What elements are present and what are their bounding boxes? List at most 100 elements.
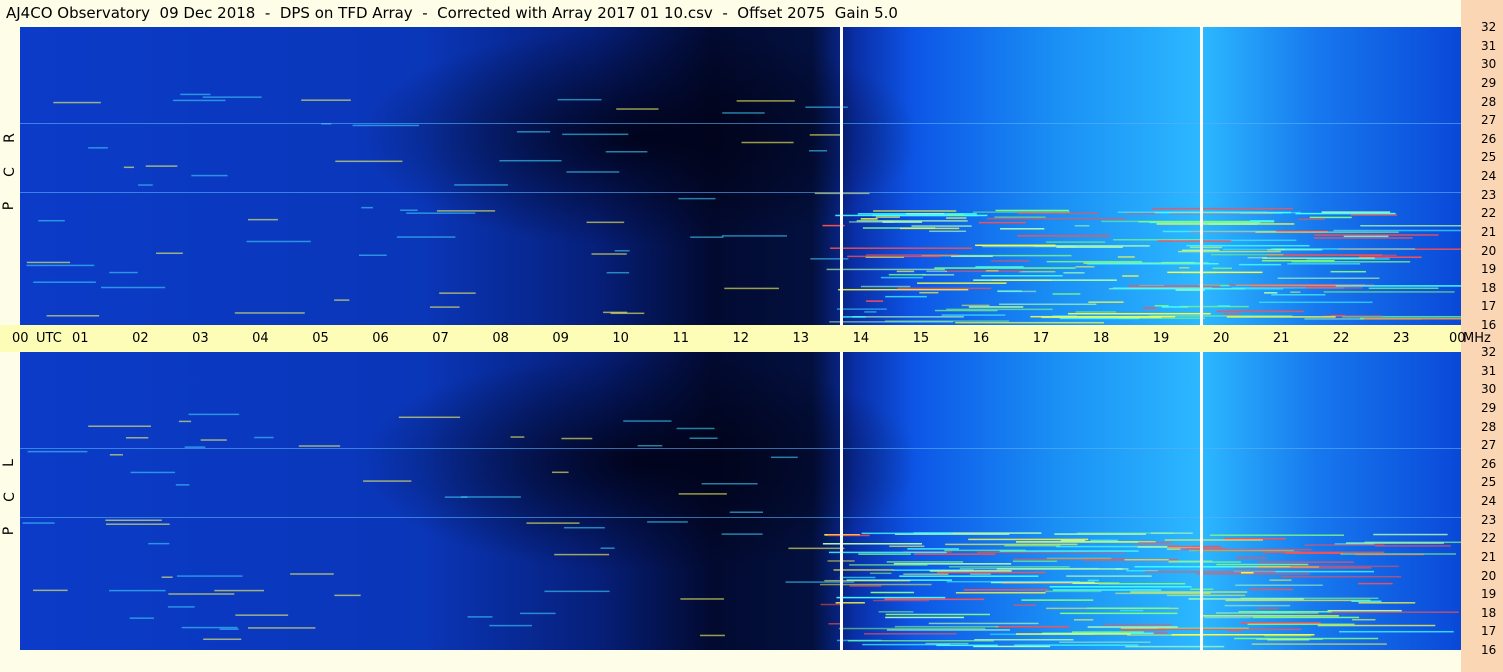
interference-line <box>946 213 964 216</box>
interference-line <box>526 522 580 524</box>
interference-line <box>1154 211 1292 214</box>
interference-line <box>1305 287 1363 289</box>
interference-line <box>246 240 311 243</box>
interference-line <box>145 165 178 167</box>
interference-line <box>436 210 496 212</box>
interference-line <box>400 209 418 212</box>
interference-line <box>820 603 843 606</box>
interference-line <box>1012 560 1058 563</box>
interference-line <box>827 534 870 537</box>
interference-line <box>1258 301 1373 304</box>
interference-line <box>886 629 1011 631</box>
interference-line <box>1168 561 1241 563</box>
interference-line <box>1167 271 1263 274</box>
interference-line <box>247 627 316 629</box>
interference-line <box>741 141 794 144</box>
horizontal-artifact <box>20 192 1461 193</box>
interference-line <box>214 589 265 592</box>
interference-line <box>1345 542 1444 544</box>
interference-line <box>866 254 959 256</box>
interference-line <box>1045 590 1102 593</box>
interference-line <box>1157 628 1302 631</box>
interference-line <box>234 312 305 314</box>
interference-line <box>922 274 955 276</box>
interference-line <box>1216 563 1309 566</box>
interference-line <box>248 218 278 221</box>
utc-tick-label: 09 <box>552 331 569 346</box>
interference-line <box>1330 270 1366 273</box>
interference-line <box>1235 584 1323 586</box>
frequency-tick-label: 28 <box>1481 94 1497 109</box>
interference-line <box>557 98 602 101</box>
interference-line <box>1120 629 1166 631</box>
interference-line <box>690 236 724 238</box>
interference-line <box>605 151 648 153</box>
interference-line <box>820 583 932 586</box>
chart-title: AJ4CO Observatory 09 Dec 2018 - DPS on T… <box>6 4 898 22</box>
frequency-tick-label: 31 <box>1481 38 1497 53</box>
interference-line <box>944 549 1026 552</box>
interference-line <box>301 99 351 101</box>
data-gap-marker <box>840 352 843 650</box>
interference-line <box>1247 256 1267 259</box>
interference-line <box>864 311 877 313</box>
interference-line <box>1014 644 1139 646</box>
interference-line <box>1239 263 1282 266</box>
interference-line <box>647 521 688 523</box>
interference-line <box>951 255 993 258</box>
interference-line <box>1287 263 1361 265</box>
interference-line <box>822 543 923 545</box>
interference-line <box>520 612 556 615</box>
interference-line <box>1252 616 1360 619</box>
interference-line <box>991 279 1052 281</box>
interference-line <box>168 593 235 595</box>
interference-line <box>994 216 1046 218</box>
interference-line <box>699 634 725 637</box>
interference-line <box>1052 293 1081 295</box>
frequency-tick-label: 19 <box>1481 587 1497 602</box>
interference-line <box>836 308 887 310</box>
interference-line <box>861 532 953 535</box>
polarization-letter: P <box>1 526 18 536</box>
interference-line <box>830 247 973 249</box>
interference-line <box>808 150 828 152</box>
frequency-tick-label: 24 <box>1481 494 1497 508</box>
spectrogram-canvas <box>20 27 1461 325</box>
interference-line <box>1059 641 1151 643</box>
interference-line <box>1021 599 1094 601</box>
interference-line <box>919 291 939 294</box>
interference-line <box>396 236 456 238</box>
interference-line <box>27 450 88 453</box>
interference-line <box>1261 260 1335 262</box>
interference-line <box>1306 258 1390 260</box>
interference-line <box>1290 291 1301 293</box>
night-absorption-region <box>360 27 920 247</box>
frequency-tick-label: 18 <box>1481 605 1497 620</box>
interference-line <box>836 639 882 642</box>
interference-line <box>678 197 716 200</box>
interference-line <box>899 227 960 230</box>
interference-line <box>885 295 927 298</box>
utc-tick-label: 20 <box>1212 331 1230 346</box>
interference-line <box>885 616 965 619</box>
interference-line <box>1174 548 1312 551</box>
interference-line <box>1216 310 1304 313</box>
interference-line <box>467 616 493 618</box>
interference-line <box>1075 311 1117 313</box>
interference-line <box>1138 541 1172 544</box>
interference-line <box>1060 539 1086 542</box>
interference-line <box>936 644 998 647</box>
frequency-tick-label: 22 <box>1481 206 1497 221</box>
interference-line <box>109 271 138 274</box>
interference-line <box>1054 533 1146 535</box>
interference-line <box>499 159 562 162</box>
interference-line <box>563 526 605 529</box>
interference-line <box>1144 571 1276 573</box>
interference-line <box>176 575 243 577</box>
interference-line <box>461 496 521 498</box>
interference-line <box>1262 551 1385 554</box>
interference-line <box>1017 235 1110 237</box>
interference-line <box>1277 277 1380 280</box>
interference-line <box>1188 598 1304 600</box>
interference-line <box>191 174 228 177</box>
